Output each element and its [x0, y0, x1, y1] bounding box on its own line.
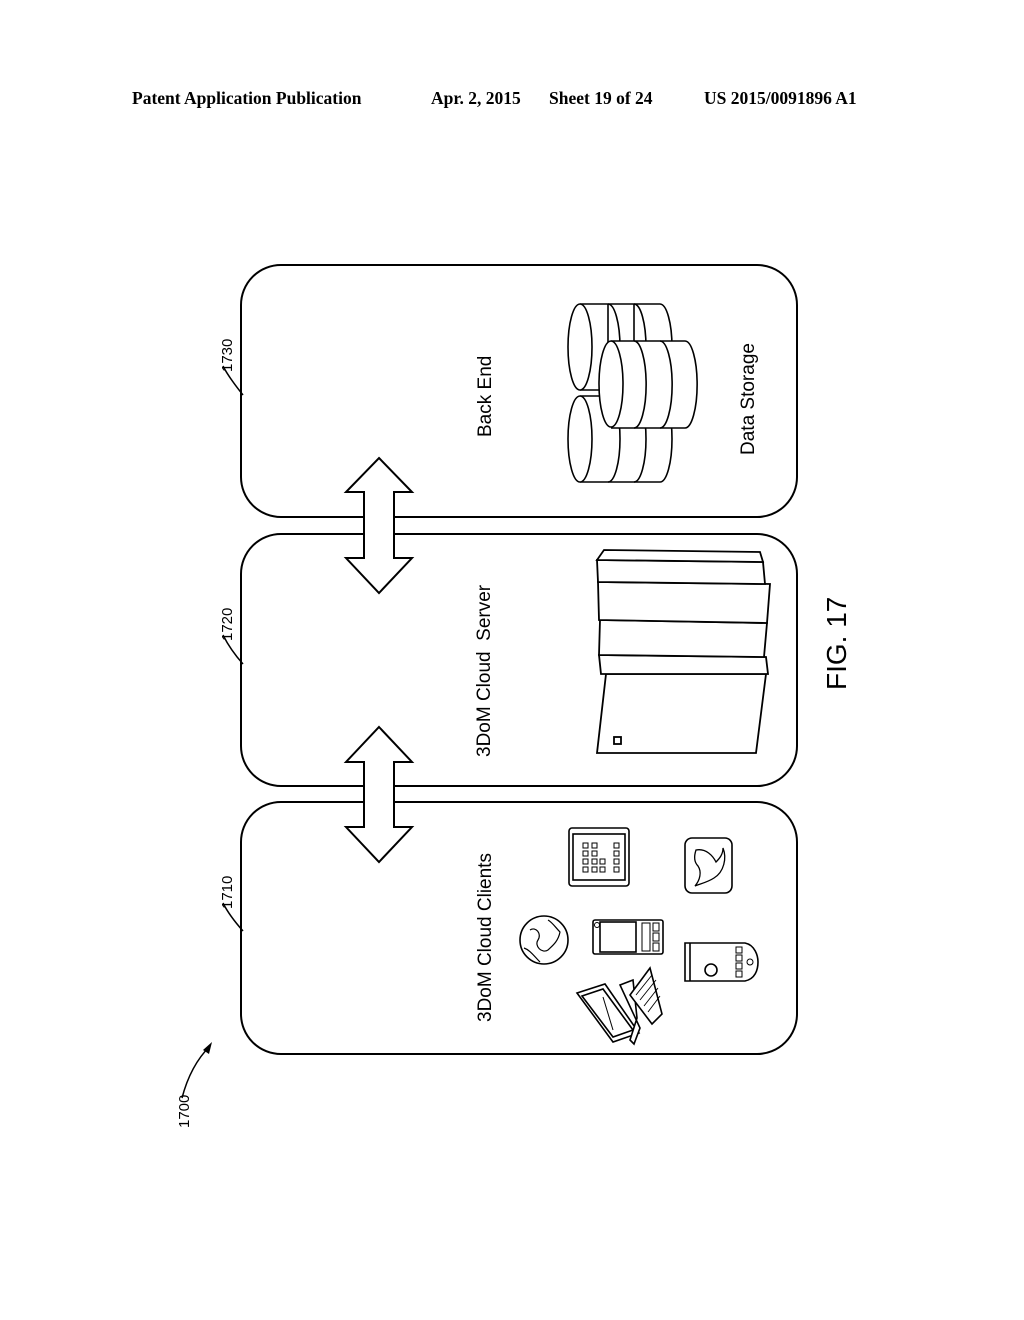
bird-app-icon [684, 837, 733, 894]
panel-title-back-end: Back End [475, 356, 496, 437]
ref-label-1700: 1700 [176, 1095, 193, 1128]
panel-back-end [240, 264, 798, 518]
ref-label-1720: 1720 [219, 608, 236, 641]
panel-caption-data-storage: Data Storage [738, 343, 759, 455]
bidirectional-arrow-server-backend [343, 456, 415, 595]
ref-label-1710: 1710 [219, 876, 236, 909]
database-icon [567, 303, 698, 483]
mobile-phone-icon [684, 942, 759, 982]
panel-title-cloud-server: 3DoM Cloud Server [474, 584, 495, 757]
smartphone-icon [592, 919, 664, 955]
bidirectional-arrow-clients-server [343, 725, 415, 864]
panel-title-cloud-clients: 3DoM Cloud Clients [475, 853, 496, 1022]
desktop-computer-icon [575, 966, 663, 1046]
server-rack-icon [595, 549, 771, 754]
figure-label: FIG. 17 [821, 597, 852, 690]
globe-icon [519, 915, 569, 965]
ref-label-1730: 1730 [219, 339, 236, 372]
figure-17-diagram: 1730 1720 1710 1700 Back End Data Storag… [176, 264, 852, 1128]
tablet-icon [568, 827, 630, 887]
